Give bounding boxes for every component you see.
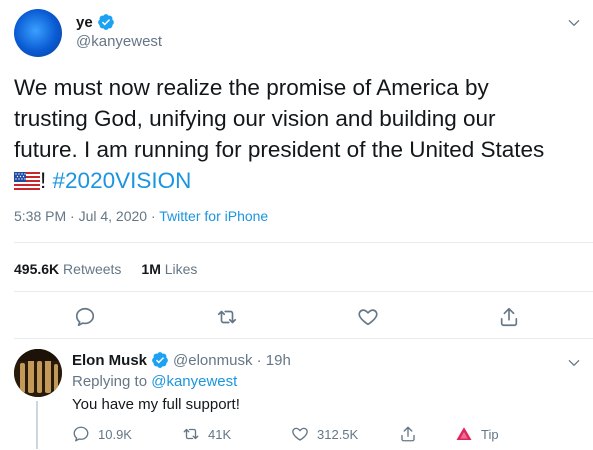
reply-action-like[interactable]: 312.5K (291, 425, 358, 443)
replying-to: Replying to @kanyewest (72, 373, 237, 390)
verified-badge-icon (152, 352, 168, 368)
engagement-stats: 495.6K Retweets 1M Likes (14, 261, 197, 277)
like-icon[interactable] (291, 425, 309, 443)
retweets-count: 495.6K (14, 261, 60, 277)
tip-icon (456, 427, 472, 440)
tip-button[interactable]: Tip (455, 425, 499, 443)
chevron-down-icon[interactable] (567, 356, 581, 370)
tweet-text-line: ! #2020VISION (14, 165, 579, 196)
reply-icon[interactable] (72, 425, 90, 443)
verified-badge-icon (97, 14, 114, 30)
divider (14, 291, 593, 292)
tweet-text: We must now realize the promise of Ameri… (14, 72, 579, 196)
like-icon[interactable] (357, 306, 379, 328)
retweet-icon[interactable] (182, 425, 200, 443)
reply-text: You have my full support! (72, 396, 240, 413)
author-name-text[interactable]: ye (76, 14, 93, 31)
share-icon[interactable] (399, 425, 417, 443)
avatar[interactable] (14, 349, 62, 397)
hashtag-link[interactable]: #2020VISION (53, 168, 192, 193)
us-flag-icon (14, 172, 40, 190)
reply-action-reply[interactable]: 10.9K (72, 425, 132, 443)
retweet-count: 41K (208, 426, 232, 442)
author-name[interactable]: ye (76, 13, 115, 31)
likes-count: 1M (141, 261, 161, 277)
likes-stat[interactable]: 1M Likes (141, 261, 197, 277)
tweet-text-line: future. I am running for president of th… (14, 137, 545, 162)
retweets-stat[interactable]: 495.6K Retweets (14, 261, 121, 277)
reply-action-retweet[interactable]: 41K (182, 425, 231, 443)
likes-label: Likes (164, 261, 198, 277)
source-link[interactable]: Twitter for iPhone (159, 208, 268, 224)
reply-count: 10.9K (98, 426, 132, 442)
like-count: 312.5K (317, 426, 359, 442)
tip-label: Tip (481, 426, 499, 442)
timestamp[interactable]: 5:38 PM · Jul 4, 2020 · (14, 208, 156, 224)
reply-author-name[interactable]: Elon Musk (72, 352, 147, 369)
author-handle[interactable]: @kanyewest (76, 33, 162, 50)
avatar-image (14, 349, 62, 397)
share-icon[interactable] (498, 306, 520, 328)
replying-to-label: Replying to (72, 373, 148, 390)
retweets-label: Retweets (63, 261, 122, 277)
retweet-icon[interactable] (216, 306, 238, 328)
tweet-text-line: trusting God, unifying our vision and bu… (14, 106, 496, 131)
tweet-meta: 5:38 PM · Jul 4, 2020 · Twitter for iPho… (14, 208, 268, 224)
chevron-down-icon[interactable] (567, 16, 581, 30)
exclamation-text: ! (40, 168, 47, 193)
divider (14, 242, 593, 243)
reply-icon[interactable] (74, 306, 96, 328)
avatar[interactable] (14, 9, 62, 57)
reply-action-share[interactable] (399, 425, 417, 443)
tweet-text-line: We must now realize the promise of Ameri… (14, 75, 489, 100)
reply-handle[interactable]: @elonmusk · 19h (173, 352, 291, 369)
thread-line (36, 401, 38, 449)
divider (14, 338, 593, 339)
reply-author[interactable]: Elon Musk @elonmusk · 19h (72, 351, 291, 369)
replying-to-handle[interactable]: @kanyewest (151, 373, 237, 390)
